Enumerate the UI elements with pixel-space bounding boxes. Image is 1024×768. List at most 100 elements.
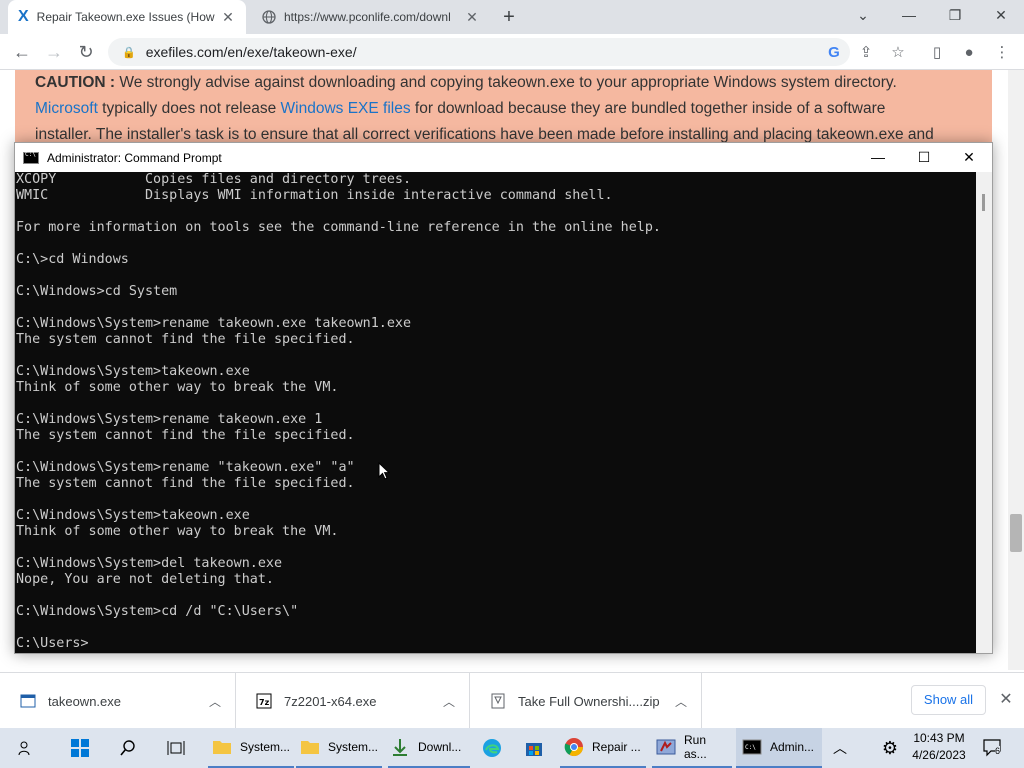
- caution-text: typically does not release: [97, 100, 281, 117]
- console-line: Nope, You are not deleting that.: [16, 572, 274, 587]
- page-scrollbar-thumb[interactable]: [1010, 514, 1022, 552]
- taskbar-app-edge[interactable]: [480, 728, 504, 768]
- edge-icon: [483, 739, 501, 757]
- chrome-icon: [564, 738, 583, 757]
- maximize-icon[interactable]: ☐: [901, 143, 947, 172]
- svg-text:7z: 7z: [259, 698, 270, 707]
- minimize-icon[interactable]: —: [886, 0, 932, 30]
- close-shelf-icon[interactable]: ✕: [996, 689, 1016, 711]
- google-lens-icon[interactable]: G: [823, 42, 845, 64]
- bookmark-star-icon[interactable]: ☆: [887, 42, 909, 64]
- console-line: WMIC Displays WMI information inside int…: [16, 188, 613, 203]
- close-tab-icon[interactable]: ✕: [464, 9, 480, 26]
- console-line: C:\Windows\System>rename takeown.exe 1: [16, 412, 323, 427]
- browser-toolbar: ← → ↻ 🔒 exefiles.com/en/exe/takeown-exe/…: [0, 34, 1024, 70]
- settings-gear-icon[interactable]: ⚙: [878, 728, 902, 768]
- tab-title: https://www.pconlife.com/downl: [284, 10, 451, 24]
- address-bar[interactable]: 🔒 exefiles.com/en/exe/takeown-exe/: [108, 38, 850, 66]
- lock-icon[interactable]: 🔒: [122, 46, 136, 59]
- side-panel-icon[interactable]: ▯: [926, 42, 948, 64]
- show-all-button[interactable]: Show all: [911, 685, 986, 715]
- taskbar-app-command-prompt[interactable]: C:\ Admin...: [736, 728, 822, 768]
- console-line: C:\Windows\System>rename takeown.exe tak…: [16, 316, 412, 331]
- cmd-icon: [23, 151, 39, 164]
- caution-label: CAUTION :: [35, 74, 116, 91]
- share-icon[interactable]: ⇪: [855, 42, 877, 64]
- console-scrollbar-thumb[interactable]: [982, 194, 985, 211]
- notification-count: 6: [995, 746, 1001, 756]
- taskbar-label: Run as...: [684, 733, 707, 761]
- windows-start-icon[interactable]: [66, 728, 94, 768]
- close-icon[interactable]: ✕: [946, 143, 992, 172]
- windows-exe-files-link[interactable]: Windows EXE files: [281, 100, 411, 117]
- tab-repair-takeown[interactable]: X Repair Takeown.exe Issues (How ✕: [8, 0, 246, 34]
- taskbar-label: System...: [328, 740, 379, 754]
- taskbar-clock[interactable]: 10:43 PM 4/26/2023: [906, 730, 972, 766]
- back-icon[interactable]: ←: [10, 40, 34, 64]
- x-site-favicon-icon: X: [18, 8, 29, 25]
- folder-icon: [301, 741, 319, 754]
- microsoft-link[interactable]: Microsoft: [35, 100, 98, 117]
- download-filename: 7z2201-x64.exe: [284, 693, 377, 709]
- console-scrollbar[interactable]: [976, 172, 992, 653]
- tab-search-chevron-icon[interactable]: ⌄: [840, 0, 886, 30]
- taskbar-app-system-folder[interactable]: System...: [208, 728, 294, 768]
- console-line: C:\Windows\System>del takeown.exe: [16, 556, 283, 571]
- console-line: C:\Windows\System>takeown.exe: [16, 364, 250, 379]
- exe-file-icon: [20, 694, 36, 708]
- restore-icon[interactable]: ❐: [932, 0, 978, 30]
- taskbar-app-chrome[interactable]: Repair ...: [560, 728, 646, 768]
- search-icon[interactable]: [116, 728, 140, 768]
- chevron-up-icon[interactable]: ︿: [661, 693, 701, 710]
- console-line: The system cannot find the file specifie…: [16, 332, 355, 347]
- taskbar-app-downloads[interactable]: Downl...: [388, 728, 470, 768]
- 7zip-icon: 7z: [256, 693, 272, 709]
- show-hidden-icons-chevron-icon[interactable]: ︿: [830, 728, 850, 768]
- task-view-icon[interactable]: [164, 728, 188, 768]
- page-scrollbar[interactable]: [1008, 70, 1024, 670]
- console-output[interactable]: XCOPY Copies files and directory trees. W…: [15, 172, 976, 653]
- notification-center-icon[interactable]: 6: [980, 728, 1006, 768]
- run-as-icon: [656, 739, 676, 755]
- download-item[interactable]: Take Full Ownershi....zip ︿: [470, 673, 702, 729]
- command-prompt-window[interactable]: Administrator: Command Prompt — ☐ ✕ XCOP…: [14, 142, 993, 654]
- chevron-up-icon[interactable]: ︿: [429, 693, 469, 710]
- close-window-icon[interactable]: ✕: [978, 0, 1024, 30]
- reload-icon[interactable]: ↻: [74, 40, 98, 64]
- download-item[interactable]: takeown.exe ︿: [0, 673, 236, 729]
- folder-icon: [213, 741, 231, 754]
- menu-kebab-icon[interactable]: ⋮: [991, 42, 1013, 64]
- taskbar-app-run-as[interactable]: Run as...: [652, 728, 732, 768]
- new-tab-icon[interactable]: +: [498, 6, 520, 28]
- download-item[interactable]: 7z 7z2201-x64.exe ︿: [236, 673, 470, 729]
- tab-pconlife[interactable]: https://www.pconlife.com/downl ✕: [252, 0, 490, 34]
- console-line: C:\Windows>cd System: [16, 284, 178, 299]
- console-line: C:\Windows\System>rename "takeown.exe" "…: [16, 460, 355, 475]
- clock-date: 4/26/2023: [912, 748, 966, 762]
- globe-icon: [262, 10, 276, 24]
- console-line: For more information on tools see the co…: [16, 220, 661, 235]
- zip-file-icon: [491, 693, 505, 709]
- console-line: C:\>cd Windows: [16, 252, 129, 267]
- taskbar-app-store[interactable]: [522, 728, 546, 768]
- cmd-icon: C:\: [742, 739, 762, 755]
- window-title: Administrator: Command Prompt: [47, 150, 222, 165]
- windows-taskbar: System... System... Downl... Repair ... …: [0, 728, 1024, 768]
- console-line: Think of some other way to break the VM.: [16, 524, 339, 539]
- forward-icon[interactable]: →: [42, 40, 66, 64]
- minimize-icon[interactable]: —: [855, 143, 901, 172]
- chevron-up-icon[interactable]: ︿: [195, 693, 235, 710]
- console-line: The system cannot find the file specifie…: [16, 428, 355, 443]
- command-prompt-titlebar[interactable]: Administrator: Command Prompt — ☐ ✕: [15, 143, 992, 172]
- profile-avatar-icon[interactable]: ●: [958, 42, 980, 64]
- taskbar-app-system-folder[interactable]: System...: [296, 728, 382, 768]
- close-tab-icon[interactable]: ✕: [220, 9, 236, 26]
- console-line: C:\Windows\System>cd /d "C:\Users\": [16, 604, 299, 619]
- people-icon[interactable]: [14, 728, 38, 768]
- store-icon: [526, 743, 542, 756]
